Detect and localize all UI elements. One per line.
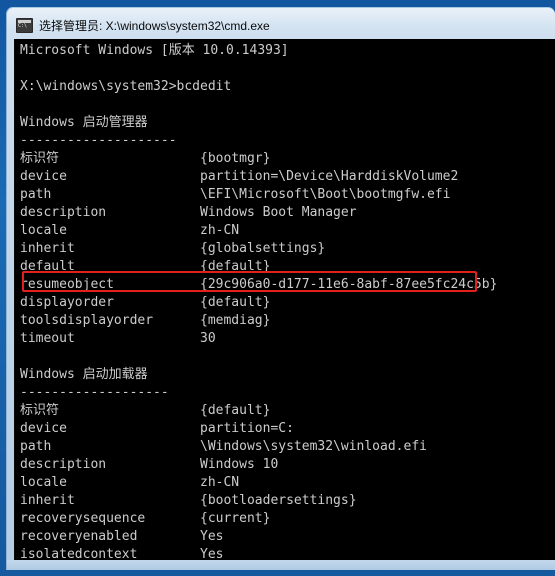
console-property-row: displayorder {default} [20,294,555,312]
console-property-key: displayorder [20,295,114,310]
console-property-row: 标识符 {bootmgr} [20,150,555,168]
console-property-key: default [20,259,75,274]
console-property-row: default {default} [20,258,555,276]
console-property-row: description Windows 10 [20,456,555,474]
window-titlebar[interactable]: 选择管理员: X:\windows\system32\cmd.exe [7,14,555,36]
console-property-key: path [20,187,52,202]
console-property-value: {bootmgr} [200,151,271,166]
console-text-line: X:\windows\system32>bcdedit [20,79,232,94]
console-property-value: Windows 10 [200,457,279,472]
console-property-value: {bootloadersettings} [200,493,357,508]
console-property-key: device [20,421,67,436]
console-output-area[interactable]: Microsoft Windows [版本 10.0.14393] X:\win… [14,39,555,561]
console-property-value: Yes [200,547,224,561]
console-property-row: timeout 30 [20,330,555,348]
console-property-value: \Windows\system32\winload.efi [200,439,427,454]
console-icon [16,17,33,33]
console-property-key: recoveryenabled [20,529,138,544]
console-text-line: Windows 启动管理器 [20,115,148,130]
console-property-value: Windows Boot Manager [200,205,357,220]
window-title: 选择管理员: X:\windows\system32\cmd.exe [39,18,270,33]
console-property-value: Yes [200,529,224,544]
console-text-line: Windows 启动加载器 [20,367,148,382]
console-property-row: path \EFI\Microsoft\Boot\bootmgfw.efi [20,186,555,204]
console-property-value: {globalsettings} [200,241,326,256]
console-property-row: recoverysequence {current} [20,510,555,528]
console-property-value: zh-CN [200,475,240,490]
console-text-line: ------------------- [20,385,169,400]
console-property-row: description Windows Boot Manager [20,204,555,222]
console-property-row: resumeobject {29c906a0-d177-11e6-8abf-87e… [20,276,555,294]
console-property-key: 标识符 [20,403,60,418]
console-property-value: {29c906a0-d177-11e6-8abf-87ee5fc24c5b} [200,277,498,292]
console-window: 选择管理员: X:\windows\system32\cmd.exe Micro… [6,7,555,570]
console-property-value: 30 [200,331,216,346]
console-property-key: 标识符 [20,151,60,166]
console-property-value: \EFI\Microsoft\Boot\bootmgfw.efi [200,187,451,202]
console-property-key: timeout [20,331,75,346]
console-property-value: {default} [200,259,271,274]
console-property-value: {current} [200,511,271,526]
console-property-value: {default} [200,295,271,310]
console-property-row: locale zh-CN [20,474,555,492]
console-property-key: inherit [20,493,75,508]
console-property-key: isolatedcontext [20,547,138,561]
console-property-key: inherit [20,241,75,256]
console-property-row: inherit {globalsettings} [20,240,555,258]
console-property-row: toolsdisplayorder {memdiag} [20,312,555,330]
console-text-line: -------------------- [20,133,177,148]
console-property-key: resumeobject [20,277,114,292]
console-property-row: path \Windows\system32\winload.efi [20,438,555,456]
console-property-row: device partition=C: [20,420,555,438]
console-text: Microsoft Windows [版本 10.0.14393] X:\win… [15,39,555,561]
console-property-key: description [20,205,107,220]
console-property-key: toolsdisplayorder [20,313,154,328]
console-property-key: recoverysequence [20,511,146,526]
console-property-value: {default} [200,403,271,418]
console-property-row: device partition=\Device\HarddiskVolume2 [20,168,555,186]
console-property-key: device [20,169,67,184]
console-property-key: path [20,439,52,454]
console-property-key: description [20,457,107,472]
console-property-value: {memdiag} [200,313,271,328]
console-property-value: partition=C: [200,421,294,436]
console-property-key: locale [20,475,67,490]
console-property-row: isolatedcontext Yes [20,546,555,561]
window-bottom-frame [7,560,555,570]
console-property-row: locale zh-CN [20,222,555,240]
console-property-value: zh-CN [200,223,240,238]
console-property-row: 标识符 {default} [20,402,555,420]
console-text-line: Microsoft Windows [版本 10.0.14393] [20,43,289,58]
console-property-key: locale [20,223,67,238]
console-property-row: recoveryenabled Yes [20,528,555,546]
console-property-value: partition=\Device\HarddiskVolume2 [200,169,459,184]
console-property-row: inherit {bootloadersettings} [20,492,555,510]
